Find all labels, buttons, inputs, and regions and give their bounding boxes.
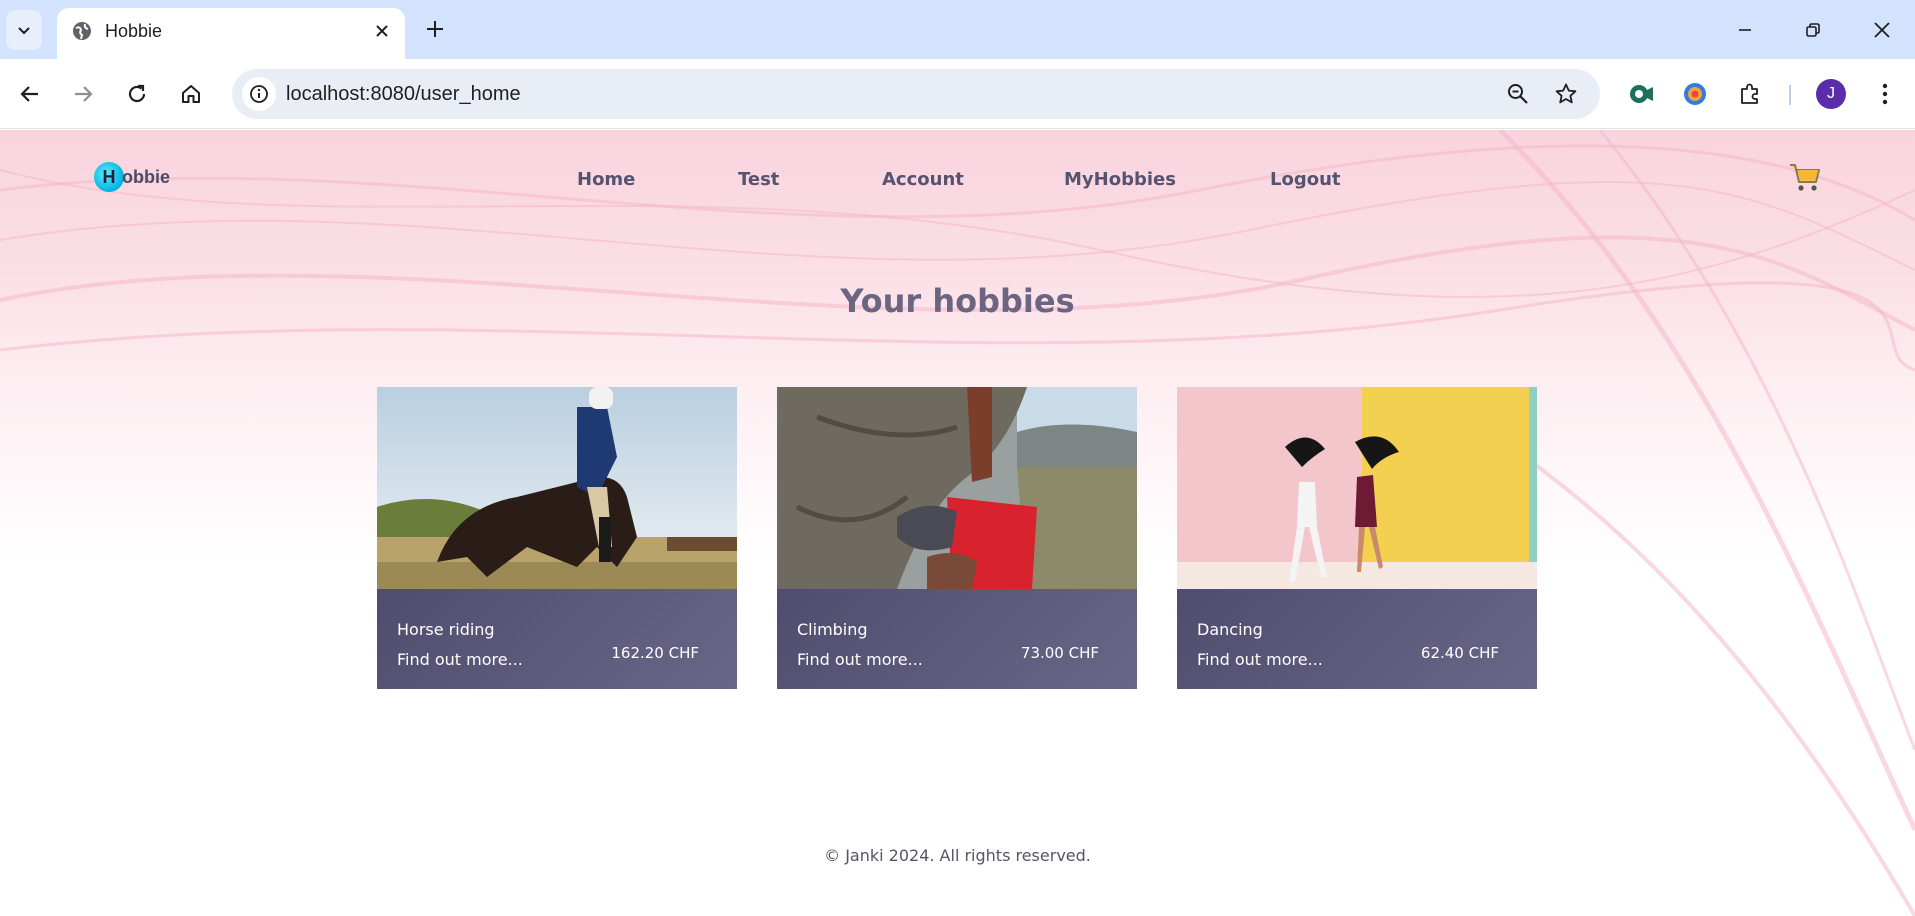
nav-home[interactable]: Home <box>577 169 635 190</box>
url-text[interactable]: localhost:8080/user_home <box>286 83 521 106</box>
hobby-price: 73.00 CHF <box>1020 644 1099 662</box>
home-button[interactable] <box>172 75 210 113</box>
video-extension-icon <box>1630 85 1653 103</box>
info-icon <box>250 85 268 103</box>
close-icon <box>1874 22 1890 38</box>
extension-screencast-button[interactable] <box>1622 75 1660 113</box>
home-icon <box>182 85 200 103</box>
browser-toolbar: localhost:8080/user_home J <box>0 59 1915 129</box>
close-icon <box>376 25 388 37</box>
arrow-right-icon <box>75 86 93 102</box>
close-window-button[interactable] <box>1860 10 1904 50</box>
more-vertical-icon <box>1882 83 1888 105</box>
page-viewport: H obbie Home Test Account MyHobbies Logo… <box>0 130 1915 916</box>
cart-icon[interactable] <box>1788 160 1822 194</box>
tab-strip: Hobbie <box>0 0 1915 59</box>
tab-search-button[interactable] <box>6 10 42 50</box>
reload-button[interactable] <box>118 75 156 113</box>
chevron-down-icon <box>18 27 30 35</box>
star-icon <box>1555 83 1577 104</box>
restore-button[interactable] <box>1791 10 1835 50</box>
logo-text: obbie <box>122 166 170 187</box>
climbing-image <box>777 387 1137 589</box>
footer-copyright: © Janki 2024. All rights reserved. <box>824 846 1091 865</box>
puzzle-icon <box>1741 83 1758 104</box>
nav-logout[interactable]: Logout <box>1270 169 1341 190</box>
tab-title: Hobbie <box>105 21 163 41</box>
card-body: Dancing Find out more... 62.40 CHF <box>1177 589 1537 689</box>
nav-myhobbies[interactable]: MyHobbies <box>1064 169 1176 190</box>
hobby-card-dancing[interactable]: Dancing Find out more... 62.40 CHF <box>1177 387 1537 689</box>
toolbar-separator <box>1789 85 1791 105</box>
nav-test[interactable]: Test <box>738 169 779 190</box>
address-bar[interactable]: localhost:8080/user_home <box>232 69 1600 119</box>
extensions-button[interactable] <box>1731 75 1769 113</box>
card-body: Climbing Find out more... 73.00 CHF <box>777 589 1137 689</box>
plus-icon <box>427 21 443 37</box>
browser-menu-button[interactable] <box>1866 75 1904 113</box>
hobby-name: Dancing <box>1197 620 1263 639</box>
find-out-more-link[interactable]: Find out more... <box>397 650 523 669</box>
ring-extension-icon <box>1684 83 1706 105</box>
minimize-button[interactable] <box>1723 10 1767 50</box>
site-logo[interactable]: H obbie <box>94 162 170 192</box>
nav-account[interactable]: Account <box>882 169 964 190</box>
new-tab-button[interactable] <box>420 14 450 44</box>
zoom-button[interactable] <box>1504 80 1532 108</box>
tab-close-button[interactable] <box>369 18 395 44</box>
forward-button[interactable] <box>64 75 102 113</box>
hobby-price: 162.20 CHF <box>611 644 699 662</box>
arrow-left-icon <box>20 86 38 102</box>
hobby-name: Horse riding <box>397 620 495 639</box>
hobby-price: 62.40 CHF <box>1420 644 1499 662</box>
page-title: Your hobbies <box>840 282 1075 320</box>
profile-avatar[interactable]: J <box>1816 79 1846 109</box>
browser-tab[interactable]: Hobbie <box>57 8 405 59</box>
back-button[interactable] <box>11 75 49 113</box>
bookmark-button[interactable] <box>1552 80 1580 108</box>
dancing-image <box>1177 387 1537 589</box>
extension-colorful-button[interactable] <box>1676 75 1714 113</box>
horse-riding-image <box>377 387 737 589</box>
zoom-out-icon <box>1508 84 1528 104</box>
globe-icon <box>73 22 91 40</box>
hobby-card-horse-riding[interactable]: Horse riding Find out more... 162.20 CHF <box>377 387 737 689</box>
hobby-name: Climbing <box>797 620 868 639</box>
find-out-more-link[interactable]: Find out more... <box>1197 650 1323 669</box>
minimize-icon <box>1739 29 1751 31</box>
hobby-card-climbing[interactable]: Climbing Find out more... 73.00 CHF <box>777 387 1137 689</box>
reload-icon <box>128 84 146 103</box>
restore-icon <box>1806 23 1820 37</box>
site-info-button[interactable] <box>242 77 276 111</box>
card-body: Horse riding Find out more... 162.20 CHF <box>377 589 737 689</box>
logo-badge: H <box>94 162 124 192</box>
find-out-more-link[interactable]: Find out more... <box>797 650 923 669</box>
